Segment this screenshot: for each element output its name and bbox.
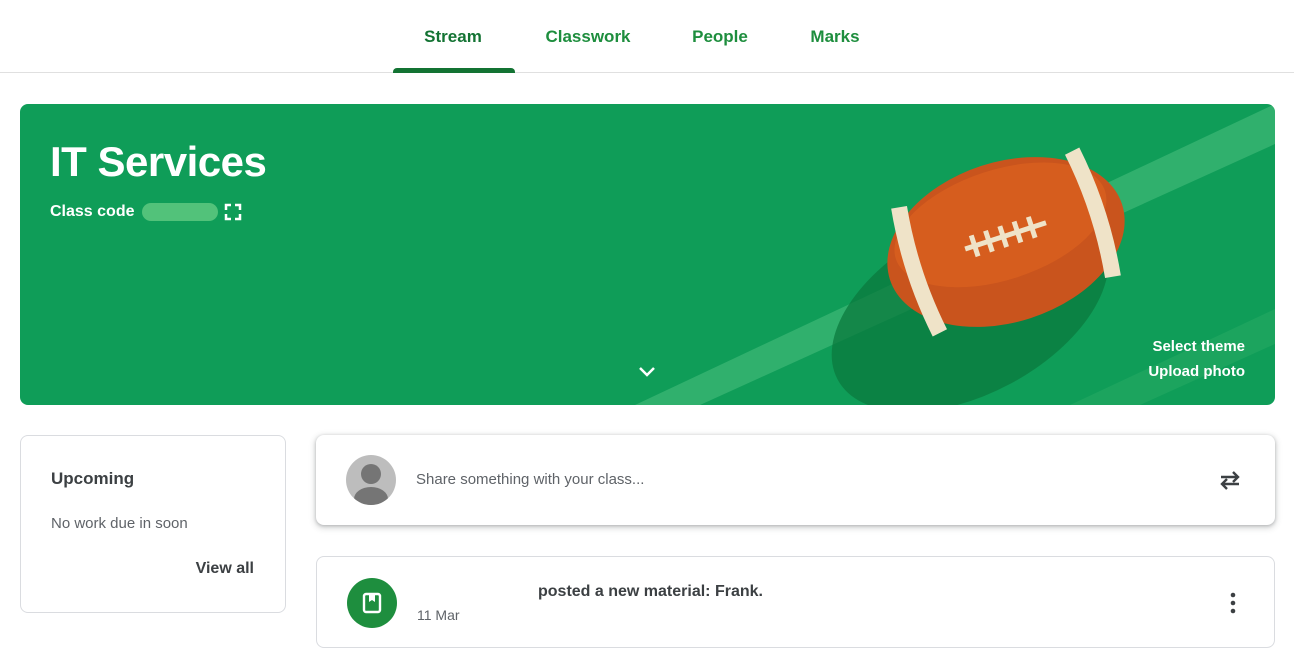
user-avatar-icon	[354, 464, 388, 505]
material-book-icon	[347, 578, 397, 628]
tab-marks[interactable]: Marks	[798, 0, 872, 73]
stream-post[interactable]: posted a new material: Frank. 11 Mar	[316, 556, 1275, 648]
view-all-link[interactable]: View all	[196, 560, 254, 578]
fullscreen-icon[interactable]	[224, 203, 242, 221]
tab-people[interactable]: People	[680, 0, 760, 73]
top-nav: Stream Classwork People Marks	[0, 0, 1294, 73]
upload-photo-link[interactable]: Upload photo	[1148, 363, 1245, 380]
more-vert-icon[interactable]	[1228, 591, 1238, 615]
active-tab-indicator	[393, 68, 515, 73]
repost-icon[interactable]	[1217, 467, 1243, 493]
post-date: 11 Mar	[417, 607, 460, 623]
class-code-value	[142, 203, 219, 221]
class-banner: IT Services Class code Select theme Uplo…	[20, 104, 1275, 405]
class-title: IT Services	[50, 138, 267, 185]
tab-stream[interactable]: Stream	[408, 0, 498, 73]
chevron-down-icon[interactable]	[637, 364, 657, 380]
tab-classwork[interactable]: Classwork	[535, 0, 641, 73]
class-code-row: Class code	[50, 203, 242, 221]
share-placeholder[interactable]: Share something with your class...	[416, 471, 644, 488]
post-text: posted a new material: Frank.	[538, 583, 763, 600]
upcoming-card: Upcoming No work due in soon View all	[20, 435, 286, 613]
share-box[interactable]: Share something with your class...	[316, 435, 1275, 525]
upcoming-empty-text: No work due in soon	[51, 515, 188, 532]
class-code-label: Class code	[50, 203, 135, 220]
upcoming-title: Upcoming	[51, 469, 135, 488]
select-theme-link[interactable]: Select theme	[1152, 338, 1245, 355]
avatar	[346, 455, 396, 505]
